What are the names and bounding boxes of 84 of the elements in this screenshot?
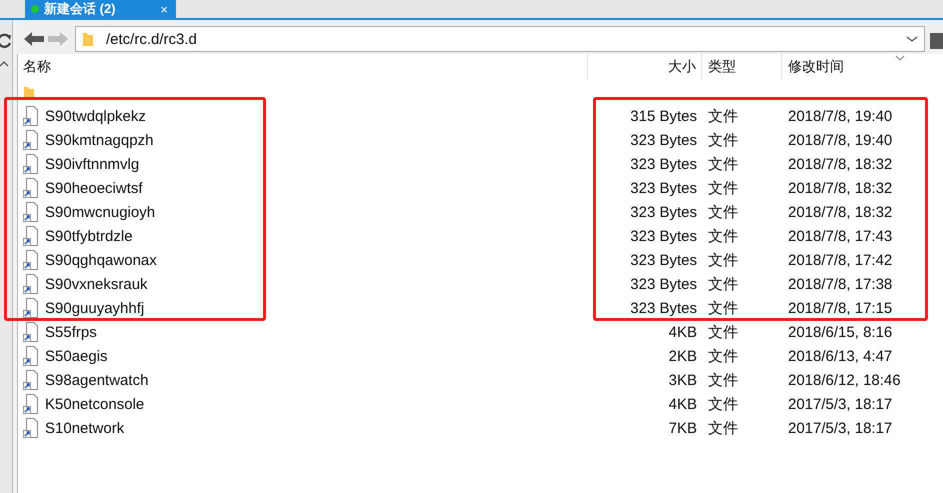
file-type: 文件: [708, 226, 738, 246]
file-shortcut-icon: [23, 154, 39, 174]
file-name[interactable]: S55frps: [45, 324, 97, 340]
file-type: 文件: [708, 202, 738, 222]
file-shortcut-icon: [23, 202, 39, 222]
file-size: 315 Bytes: [630, 108, 697, 124]
file-type: 文件: [708, 250, 738, 270]
close-tab-button[interactable]: ×: [160, 2, 168, 16]
dropdown-caret-icon[interactable]: [906, 35, 918, 43]
file-type: 文件: [708, 394, 738, 414]
column-header[interactable]: 大小: [668, 58, 696, 76]
file-name[interactable]: S90vxneksrauk: [45, 276, 148, 292]
back-icon[interactable]: [23, 31, 45, 47]
file-size: 323 Bytes: [630, 276, 697, 292]
folder-icon: [82, 31, 94, 47]
tab-label: 新建会话 (2): [44, 0, 116, 18]
modified-time: 2018/6/12, 18:46: [788, 372, 901, 388]
file-type: 文件: [708, 154, 738, 174]
session-tab[interactable]: 新建会话 (2) ×: [25, 0, 176, 18]
modified-time: 2018/7/8, 19:40: [788, 108, 892, 124]
file-name[interactable]: S90heoeciwtsf: [45, 180, 143, 196]
modified-time: 2017/5/3, 18:17: [788, 420, 892, 436]
file-type: 文件: [708, 370, 738, 390]
modified-time: 2017/5/3, 18:17: [788, 396, 892, 412]
modified-time: 2018/7/8, 18:32: [788, 156, 892, 172]
file-name[interactable]: K50netconsole: [45, 396, 144, 412]
file-size: 323 Bytes: [630, 156, 697, 172]
file-name[interactable]: S10network: [45, 420, 124, 436]
file-type: 文件: [708, 346, 738, 366]
file-type: 文件: [708, 322, 738, 342]
modified-time: 2018/7/8, 17:42: [788, 252, 892, 268]
file-shortcut-icon: [23, 130, 39, 150]
refresh-icon[interactable]: [0, 32, 12, 50]
modified-time: 2018/7/8, 17:43: [788, 228, 892, 244]
file-size: 7KB: [668, 420, 697, 436]
file-type: 文件: [708, 418, 738, 438]
modified-time: 2018/6/13, 4:47: [788, 348, 892, 364]
file-type: 文件: [708, 106, 738, 126]
modified-time: 2018/7/8, 18:32: [788, 180, 892, 196]
column-header[interactable]: 名称: [23, 58, 51, 76]
file-shortcut-icon: [23, 322, 39, 342]
file-size: 323 Bytes: [630, 180, 697, 196]
file-shortcut-icon: [23, 346, 39, 366]
file-shortcut-icon: [23, 178, 39, 198]
file-type: 文件: [708, 274, 738, 294]
file-shortcut-icon: [23, 226, 39, 246]
path-field[interactable]: /etc/rc.d/rc3.d: [75, 26, 925, 52]
file-name[interactable]: S90tfybtrdzle: [45, 228, 133, 244]
modified-time: 2018/7/8, 17:15: [788, 300, 892, 316]
column-header[interactable]: 修改时间: [788, 58, 844, 76]
file-type: 文件: [708, 178, 738, 198]
file-type: 文件: [708, 298, 738, 318]
file-shortcut-icon: [23, 106, 39, 126]
file-shortcut-icon: [23, 394, 39, 414]
file-size: 323 Bytes: [630, 132, 697, 148]
file-size: 323 Bytes: [630, 204, 697, 220]
modified-time: 2018/7/8, 17:38: [788, 276, 892, 292]
modified-time: 2018/6/15, 8:16: [788, 324, 892, 340]
file-name[interactable]: S50aegis: [45, 348, 108, 364]
file-shortcut-icon: [23, 418, 39, 438]
file-shortcut-icon: [23, 250, 39, 270]
file-name[interactable]: S90kmtnagqpzh: [45, 132, 154, 148]
file-name[interactable]: S90twdqlpkekz: [45, 108, 146, 124]
file-name[interactable]: S98agentwatch: [45, 372, 148, 388]
file-size: 323 Bytes: [630, 252, 697, 268]
file-size: 323 Bytes: [630, 228, 697, 244]
file-size: 4KB: [668, 396, 697, 412]
file-name[interactable]: S90guuyayhhfj: [45, 300, 144, 316]
file-size: 323 Bytes: [630, 300, 697, 316]
file-name[interactable]: S90qghqawonax: [45, 252, 157, 268]
file-shortcut-icon: [23, 274, 39, 294]
file-name[interactable]: S90mwcnugioyh: [45, 204, 156, 220]
file-shortcut-icon: [23, 298, 39, 318]
file-type: 文件: [708, 130, 738, 150]
caret-icon[interactable]: [0, 60, 9, 68]
column-header[interactable]: 类型: [708, 58, 736, 76]
file-size: 3KB: [668, 372, 697, 388]
file-name[interactable]: S90ivftnnmvlg: [45, 156, 140, 172]
modified-time: 2018/7/8, 19:40: [788, 132, 892, 148]
modified-time: 2018/7/8, 18:32: [788, 204, 892, 220]
file-shortcut-icon: [23, 370, 39, 390]
file-size: 4KB: [668, 324, 697, 340]
sort-caret-icon: [895, 55, 905, 61]
file-size: 2KB: [668, 348, 697, 364]
